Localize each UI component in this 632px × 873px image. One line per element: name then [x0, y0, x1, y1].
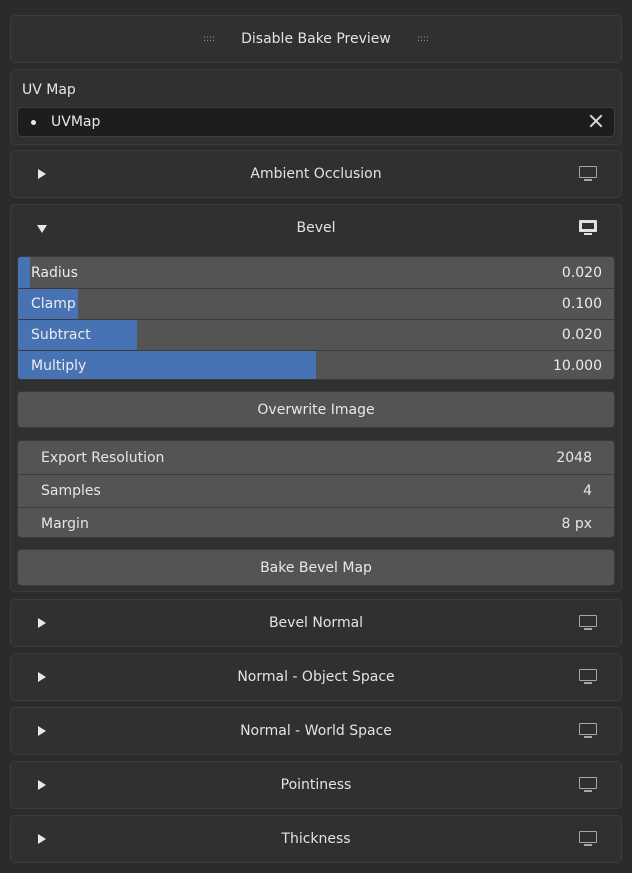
preview-monitor-icon[interactable] [579, 831, 597, 847]
preview-monitor-icon[interactable] [579, 615, 597, 631]
prop-margin[interactable]: Margin 8 px [18, 507, 614, 537]
prop-samples[interactable]: Samples 4 [18, 474, 614, 507]
grip-left-icon: :::: [202, 33, 216, 44]
slider-value: 0.100 [561, 296, 602, 312]
slider-fill [18, 257, 30, 288]
preview-monitor-icon[interactable] [579, 220, 597, 236]
panel-title: Normal - World Space [240, 723, 392, 739]
slider-label: Multiply [31, 358, 87, 374]
panel-title: Thickness [281, 831, 351, 847]
clear-icon[interactable] [589, 114, 603, 128]
prop-value: 4 [583, 483, 592, 499]
uv-map-field[interactable]: UVMap [17, 107, 615, 137]
bevel-header[interactable]: Bevel [11, 205, 621, 251]
uv-map-label: UV Map [22, 82, 76, 98]
overwrite-image-label: Overwrite Image [257, 401, 375, 418]
panel-title: Pointiness [280, 777, 352, 793]
uv-map-panel: UV Map UVMap [10, 69, 622, 145]
prop-label: Samples [41, 483, 101, 499]
preview-monitor-icon[interactable] [579, 723, 597, 739]
prop-value: 2048 [556, 449, 592, 466]
slider-clamp[interactable]: Clamp 0.100 [18, 288, 614, 319]
slider-radius[interactable]: Radius 0.020 [18, 257, 614, 288]
panel-ambient-occlusion[interactable]: Ambient Occlusion [10, 150, 622, 198]
panel-bevel-normal[interactable]: Bevel Normal [10, 599, 622, 647]
panel-bevel: Bevel Radius 0.020 Clamp 0.100 Subtract … [10, 204, 622, 592]
bake-bevel-map-label: Bake Bevel Map [260, 559, 372, 576]
panel-title: Ambient Occlusion [250, 166, 382, 182]
panel-title: Normal - Object Space [237, 669, 395, 685]
bake-bevel-map-button[interactable]: Bake Bevel Map [17, 549, 615, 586]
slider-multiply[interactable]: Multiply 10.000 [18, 350, 614, 379]
slider-subtract[interactable]: Subtract 0.020 [18, 319, 614, 350]
bevel-sliders: Radius 0.020 Clamp 0.100 Subtract 0.020 … [17, 256, 615, 380]
disable-bake-preview-button[interactable]: :::: Disable Bake Preview :::: [10, 15, 622, 63]
preview-monitor-icon[interactable] [579, 669, 597, 685]
preview-monitor-icon[interactable] [579, 166, 597, 182]
slider-value: 10.000 [553, 358, 602, 374]
prop-export-resolution[interactable]: Export Resolution 2048 [18, 441, 614, 474]
panel-title: Bevel Normal [268, 615, 364, 631]
slider-label: Subtract [31, 327, 91, 343]
prop-label: Export Resolution [41, 449, 165, 466]
panel-normal-object-space[interactable]: Normal - Object Space [10, 653, 622, 701]
grip-right-icon: :::: [416, 33, 429, 44]
prop-value: 8 px [561, 516, 592, 532]
preview-monitor-icon[interactable] [579, 777, 597, 793]
panel-pointiness[interactable]: Pointiness [10, 761, 622, 809]
uv-map-value: UVMap [51, 114, 101, 130]
slider-label: Clamp [31, 296, 76, 312]
slider-label: Radius [31, 264, 78, 281]
uv-dot-icon [31, 119, 36, 125]
panel-title: Bevel [296, 220, 336, 236]
overwrite-image-button[interactable]: Overwrite Image [17, 391, 615, 428]
prop-label: Margin [41, 516, 89, 532]
slider-value: 0.020 [561, 327, 602, 343]
disable-bake-preview-label: Disable Bake Preview [241, 31, 391, 47]
panel-thickness[interactable]: Thickness [10, 815, 622, 863]
slider-value: 0.020 [561, 264, 602, 281]
panel-normal-world-space[interactable]: Normal - World Space [10, 707, 622, 755]
bevel-properties: Export Resolution 2048 Samples 4 Margin … [17, 440, 615, 538]
